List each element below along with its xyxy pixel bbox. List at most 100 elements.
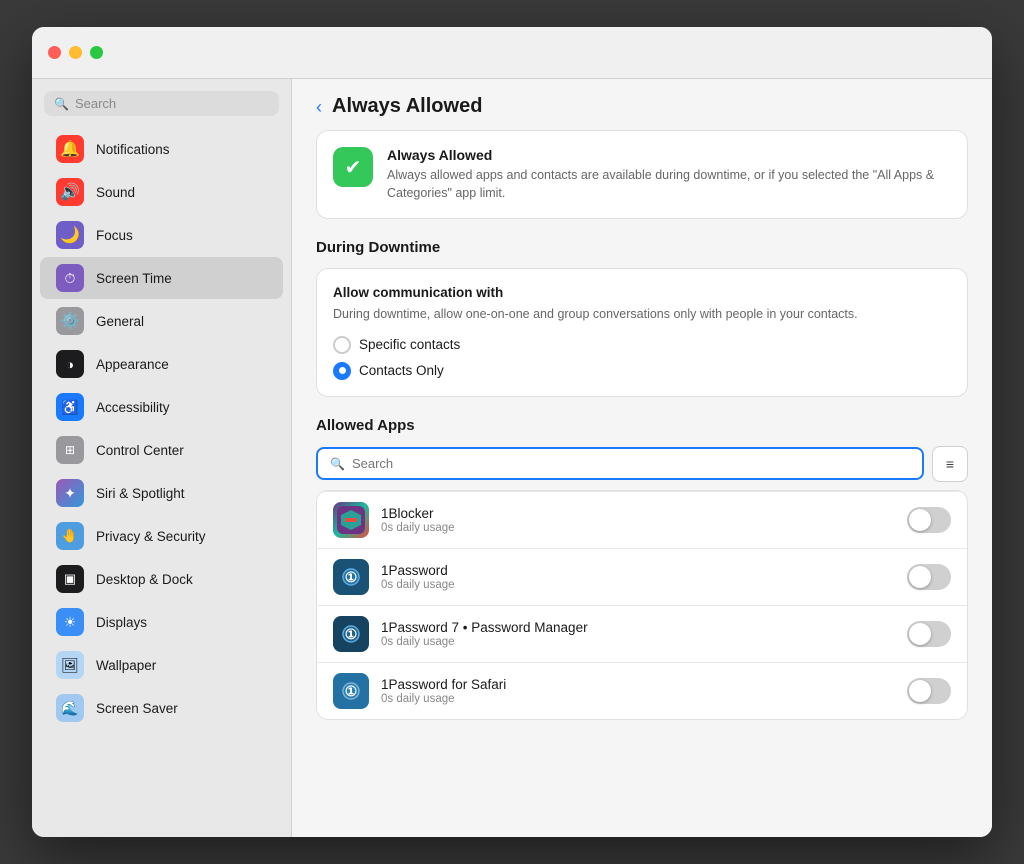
sidebar-item-siri[interactable]: ✦ Siri & Spotlight (40, 472, 283, 514)
app-info-1password7: 1Password 7 • Password Manager 0s daily … (381, 620, 895, 648)
app-name-1password7: 1Password 7 • Password Manager (381, 620, 895, 635)
allow-comm-desc: During downtime, allow one-on-one and gr… (333, 306, 951, 324)
sidebar-search-container: 🔍 Search (32, 91, 291, 128)
window-content: 🔍 Search 🔔 Notifications 🔊 Sound 🌙 Focus… (32, 79, 992, 837)
allow-comm-title: Allow communication with (333, 285, 951, 300)
allowed-apps-title: Allowed Apps (316, 417, 968, 434)
minimize-button[interactable] (69, 46, 82, 59)
sidebar-item-label: Sound (96, 185, 135, 200)
app-info-1password: 1Password 0s daily usage (381, 563, 895, 591)
sidebar-item-label: Screen Saver (96, 701, 178, 716)
info-card-description: Always allowed apps and contacts are ava… (387, 167, 951, 202)
during-downtime-section-title: During Downtime (316, 239, 968, 256)
svg-text:①: ① (345, 569, 358, 585)
sidebar-item-desktop[interactable]: ▣ Desktop & Dock (40, 558, 283, 600)
app-name-1blocker: 1Blocker (381, 506, 895, 521)
sidebar: 🔍 Search 🔔 Notifications 🔊 Sound 🌙 Focus… (32, 79, 292, 837)
svg-text:①: ① (345, 626, 358, 642)
wallpaper-icon: 🖼 (56, 651, 84, 679)
allow-communication-section: Allow communication with During downtime… (317, 269, 967, 396)
search-icon: 🔍 (54, 97, 69, 111)
svg-text:①: ① (345, 683, 358, 699)
screensaver-icon: 🌊 (56, 694, 84, 722)
app-name-1password-safari: 1Password for Safari (381, 677, 895, 692)
page-title: Always Allowed (332, 95, 482, 118)
radio-circle-contacts-only[interactable] (333, 362, 351, 380)
sidebar-item-privacy[interactable]: 🤚 Privacy & Security (40, 515, 283, 557)
sound-icon: 🔊 (56, 178, 84, 206)
info-card-icon: ✔ (333, 147, 373, 187)
appearance-icon: ◑ (56, 350, 84, 378)
sidebar-item-general[interactable]: ⚙️ General (40, 300, 283, 342)
titlebar (32, 27, 992, 79)
sidebar-item-label: Focus (96, 228, 133, 243)
radio-contacts-only[interactable]: Contacts Only (333, 362, 951, 380)
sidebar-item-screensaver[interactable]: 🌊 Screen Saver (40, 687, 283, 729)
sidebar-item-label: Appearance (96, 357, 169, 372)
sidebar-item-notifications[interactable]: 🔔 Notifications (40, 128, 283, 170)
sidebar-item-focus[interactable]: 🌙 Focus (40, 214, 283, 256)
sidebar-item-displays[interactable]: ☀ Displays (40, 601, 283, 643)
info-card: ✔ Always Allowed Always allowed apps and… (316, 130, 968, 219)
accessibility-icon: ♿ (56, 393, 84, 421)
general-icon: ⚙️ (56, 307, 84, 335)
sidebar-search-box[interactable]: 🔍 Search (44, 91, 279, 116)
sidebar-item-label: Accessibility (96, 400, 170, 415)
sidebar-item-appearance[interactable]: ◑ Appearance (40, 343, 283, 385)
app-search-box[interactable]: 🔍 (316, 447, 924, 480)
app-search-input[interactable] (352, 456, 910, 471)
toggle-1blocker[interactable] (907, 507, 951, 533)
main-window: 🔍 Search 🔔 Notifications 🔊 Sound 🌙 Focus… (32, 27, 992, 837)
app-search-row: 🔍 ≡ (316, 446, 968, 482)
sidebar-item-label: Notifications (96, 142, 170, 157)
app-info-1password-safari: 1Password for Safari 0s daily usage (381, 677, 895, 705)
main-content: ‹ Always Allowed ✔ Always Allowed Always… (292, 79, 992, 837)
toggle-1password-safari[interactable] (907, 678, 951, 704)
app-icon-1blocker (333, 502, 369, 538)
app-usage-1password: 0s daily usage (381, 579, 895, 591)
sidebar-item-label: Control Center (96, 443, 184, 458)
back-button[interactable]: ‹ (316, 98, 322, 116)
radio-label-specific: Specific contacts (359, 337, 460, 352)
sidebar-item-sound[interactable]: 🔊 Sound (40, 171, 283, 213)
traffic-lights (48, 46, 103, 59)
screentime-icon: ⏱ (56, 264, 84, 292)
info-card-title: Always Allowed (387, 147, 951, 163)
app-row-1password-safari: ① 1Password for Safari 0s daily usage (317, 662, 967, 719)
app-search-icon: 🔍 (330, 457, 345, 471)
sidebar-item-controlcenter[interactable]: ⊞ Control Center (40, 429, 283, 471)
sidebar-item-label: Displays (96, 615, 147, 630)
main-header: ‹ Always Allowed (292, 79, 992, 130)
sidebar-search-placeholder: Search (75, 96, 116, 111)
notifications-icon: 🔔 (56, 135, 84, 163)
app-usage-1blocker: 0s daily usage (381, 522, 895, 534)
privacy-icon: 🤚 (56, 522, 84, 550)
app-icon-1password: ① (333, 559, 369, 595)
radio-circle-specific[interactable] (333, 336, 351, 354)
app-row-1password7: ① 1Password 7 • Password Manager 0s dail… (317, 605, 967, 662)
maximize-button[interactable] (90, 46, 103, 59)
displays-icon: ☀ (56, 608, 84, 636)
info-card-text: Always Allowed Always allowed apps and c… (387, 147, 951, 202)
focus-icon: 🌙 (56, 221, 84, 249)
sidebar-item-label: Screen Time (96, 271, 172, 286)
toggle-1password[interactable] (907, 564, 951, 590)
app-list: 1Blocker 0s daily usage ① (316, 490, 968, 720)
sidebar-item-accessibility[interactable]: ♿ Accessibility (40, 386, 283, 428)
sidebar-item-wallpaper[interactable]: 🖼 Wallpaper (40, 644, 283, 686)
app-icon-1password-safari: ① (333, 673, 369, 709)
filter-button[interactable]: ≡ (932, 446, 968, 482)
radio-specific-contacts[interactable]: Specific contacts (333, 336, 951, 354)
app-icon-1password7: ① (333, 616, 369, 652)
toggle-1password7[interactable] (907, 621, 951, 647)
controlcenter-icon: ⊞ (56, 436, 84, 464)
sidebar-item-label: Wallpaper (96, 658, 156, 673)
sidebar-item-screentime[interactable]: ⏱ Screen Time (40, 257, 283, 299)
radio-group-communication: Specific contacts Contacts Only (333, 336, 951, 380)
sidebar-item-label: Siri & Spotlight (96, 486, 185, 501)
siri-icon: ✦ (56, 479, 84, 507)
app-usage-1password7: 0s daily usage (381, 636, 895, 648)
close-button[interactable] (48, 46, 61, 59)
app-row-1blocker: 1Blocker 0s daily usage (317, 491, 967, 548)
sidebar-item-label: General (96, 314, 144, 329)
